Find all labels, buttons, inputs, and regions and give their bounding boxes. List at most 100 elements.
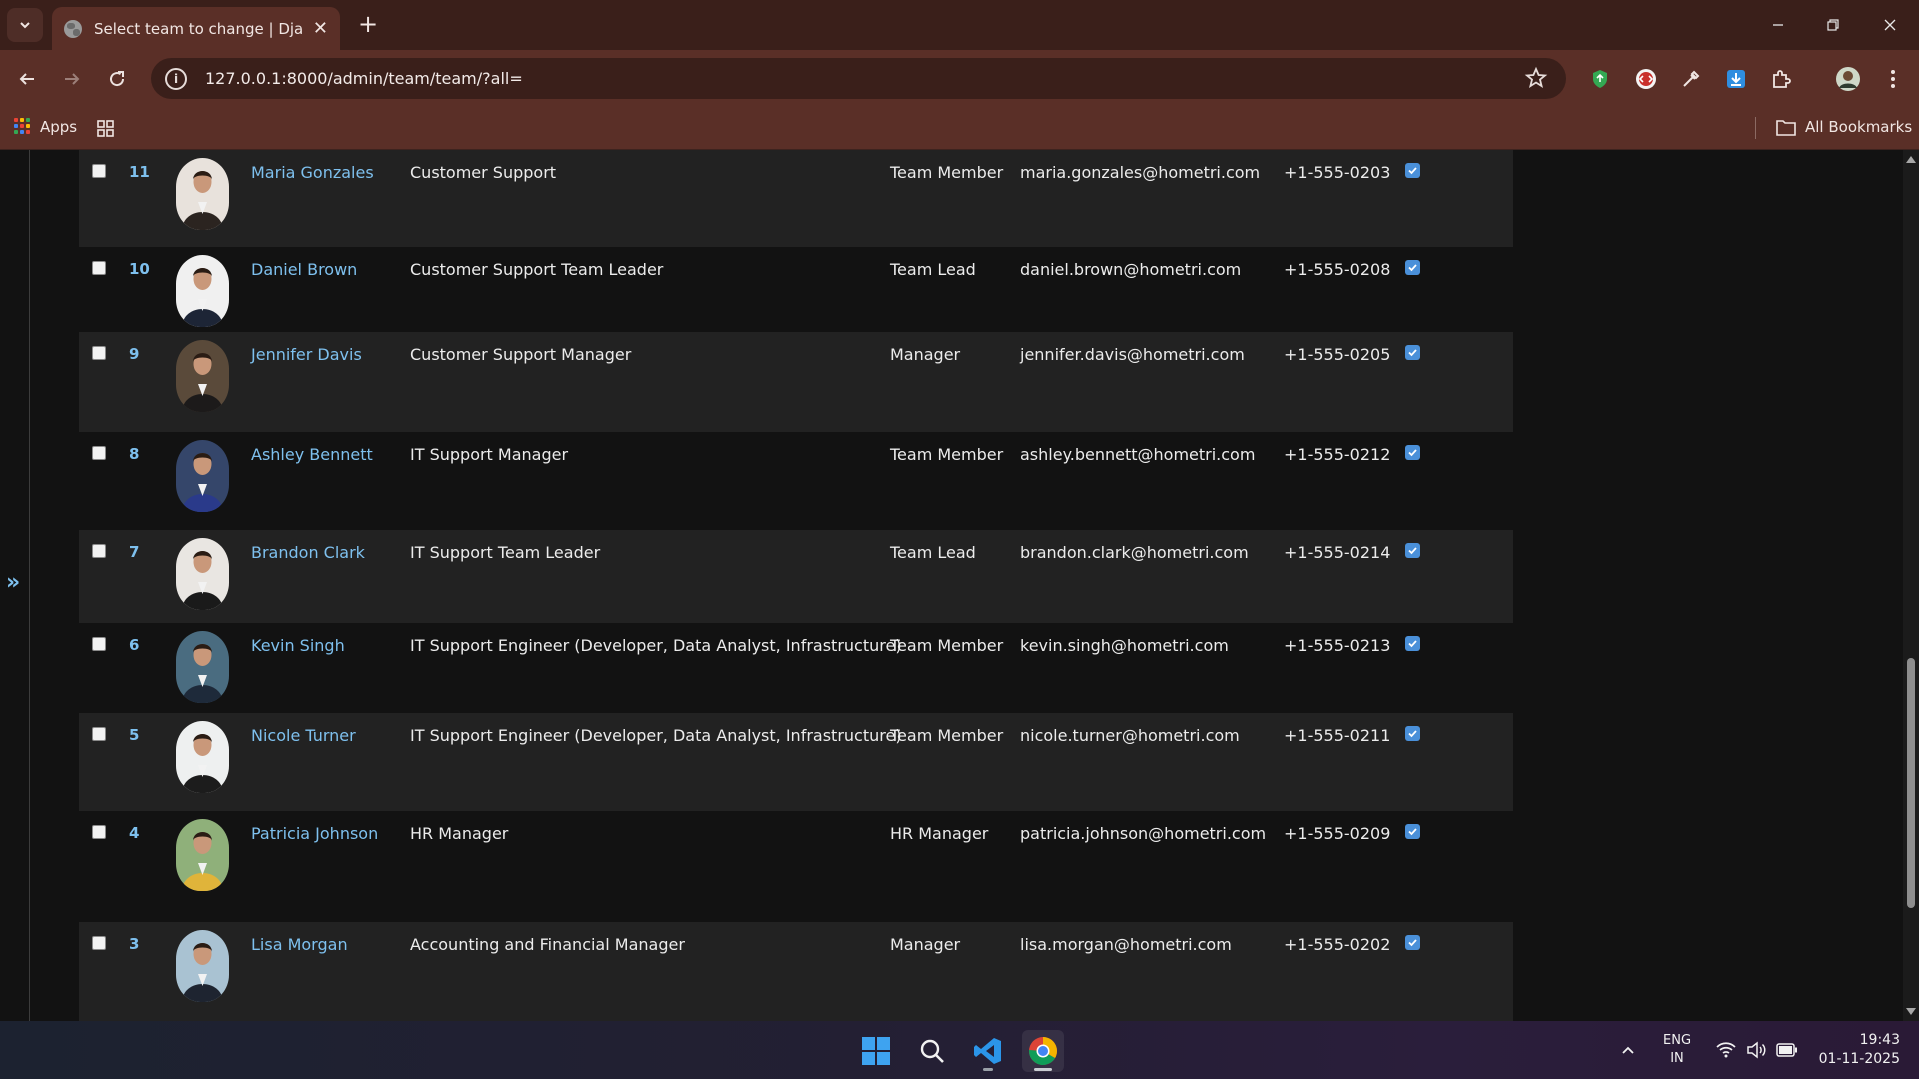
- back-button[interactable]: [11, 63, 43, 95]
- close-window-button[interactable]: [1875, 10, 1905, 40]
- active-check-icon: [1405, 636, 1420, 651]
- browser-tab[interactable]: Select team to change | Django ✕: [52, 7, 340, 50]
- system-clock[interactable]: 19:43 01-11-2025: [1815, 1031, 1900, 1069]
- row-select-checkbox[interactable]: [92, 544, 106, 558]
- address-bar[interactable]: i 127.0.0.1:8000/admin/team/team/?all=: [151, 58, 1566, 99]
- member-name-link[interactable]: Lisa Morgan: [251, 935, 348, 954]
- member-position: Customer Support Team Leader: [410, 260, 664, 279]
- close-icon[interactable]: ✕: [313, 19, 328, 38]
- apps-grid-icon: [14, 118, 32, 136]
- member-phone: +1-555-0209: [1284, 824, 1391, 843]
- member-phone: +1-555-0202: [1284, 935, 1391, 954]
- row-select-checkbox[interactable]: [92, 825, 106, 839]
- member-name-link[interactable]: Nicole Turner: [251, 726, 356, 745]
- member-position: Accounting and Financial Manager: [410, 935, 685, 954]
- input-language-indicator[interactable]: ENG IN: [1663, 1032, 1691, 1068]
- scrollbar-thumb[interactable]: [1907, 658, 1915, 908]
- forward-button[interactable]: [56, 63, 88, 95]
- result-list: 11 Maria Gonzales Customer Support Team Mem…: [79, 150, 1513, 1021]
- reload-button[interactable]: [101, 63, 133, 95]
- row-id: 10: [129, 260, 150, 278]
- sidebar-toggle[interactable]: »: [0, 150, 30, 1021]
- page-scrollbar[interactable]: [1903, 150, 1919, 1021]
- member-photo: [176, 819, 229, 891]
- vscode-icon: [974, 1038, 1001, 1064]
- all-bookmarks-button[interactable]: All Bookmarks: [1776, 118, 1912, 136]
- member-position: IT Support Engineer (Developer, Data Ana…: [410, 726, 902, 745]
- member-role: Team Lead: [890, 260, 976, 279]
- code-extension-icon[interactable]: [1632, 65, 1660, 93]
- windows-taskbar: ENG IN 19:43 01-11-2025: [0, 1021, 1919, 1079]
- row-select-checkbox[interactable]: [92, 936, 106, 950]
- taskbar-vscode-button[interactable]: [967, 1030, 1009, 1072]
- scroll-up-arrow-icon[interactable]: [1906, 156, 1916, 163]
- member-photo: [176, 538, 229, 610]
- member-email: maria.gonzales@hometri.com: [1020, 163, 1261, 182]
- table-row: 11 Maria Gonzales Customer Support Team Mem…: [79, 150, 1513, 247]
- tab-search-button[interactable]: [7, 8, 43, 42]
- battery-status[interactable]: [1776, 1021, 1798, 1079]
- running-indicator: [983, 1068, 993, 1071]
- tab-strip: Select team to change | Django ✕ +: [0, 0, 1919, 50]
- active-check-icon: [1405, 345, 1420, 360]
- clock-date: 01-11-2025: [1818, 1051, 1900, 1067]
- member-name-link[interactable]: Maria Gonzales: [251, 163, 374, 182]
- site-info-icon[interactable]: i: [165, 67, 187, 90]
- minimize-button[interactable]: [1763, 10, 1793, 40]
- eyedropper-extension-icon[interactable]: [1677, 65, 1705, 93]
- member-role: Team Lead: [890, 543, 976, 562]
- member-position: Customer Support: [410, 163, 557, 182]
- active-indicator: [1034, 1068, 1052, 1071]
- scroll-down-arrow-icon[interactable]: [1906, 1008, 1916, 1015]
- member-phone: +1-555-0211: [1284, 726, 1391, 745]
- member-phone: +1-555-0205: [1284, 345, 1391, 364]
- row-select-checkbox[interactable]: [92, 637, 106, 651]
- volume-status[interactable]: [1746, 1021, 1766, 1079]
- member-photo: [176, 930, 229, 1002]
- bookmark-star-icon[interactable]: [1524, 66, 1548, 94]
- member-photo: [176, 340, 229, 412]
- restore-button[interactable]: [1818, 10, 1848, 40]
- show-hidden-icons-button[interactable]: [1620, 1021, 1636, 1079]
- taskbar-search-button[interactable]: [911, 1030, 953, 1072]
- profile-avatar[interactable]: [1834, 65, 1862, 93]
- row-id: 6: [129, 636, 140, 654]
- network-status[interactable]: [1716, 1021, 1736, 1079]
- active-check-icon: [1405, 543, 1420, 558]
- windows-start-button[interactable]: [855, 1030, 897, 1072]
- row-select-checkbox[interactable]: [92, 346, 106, 360]
- row-select-checkbox[interactable]: [92, 727, 106, 741]
- url-text[interactable]: 127.0.0.1:8000/admin/team/team/?all=: [205, 69, 523, 88]
- row-select-checkbox[interactable]: [92, 164, 106, 178]
- shield-extension-icon[interactable]: [1586, 65, 1614, 93]
- table-row: 6 Kevin Singh IT Support Engineer (Develop…: [79, 623, 1513, 713]
- member-name-link[interactable]: Daniel Brown: [251, 260, 357, 279]
- row-id: 7: [129, 543, 140, 561]
- apps-bookmark[interactable]: Apps: [14, 118, 77, 136]
- member-role: Team Member: [890, 636, 1004, 655]
- table-row: 10 Daniel Brown Customer Support Team Lead…: [79, 247, 1513, 332]
- row-select-checkbox[interactable]: [92, 261, 106, 275]
- double-chevron-right-icon[interactable]: »: [6, 570, 20, 595]
- member-name-link[interactable]: Jennifer Davis: [251, 345, 362, 364]
- member-name-link[interactable]: Brandon Clark: [251, 543, 365, 562]
- member-email: ashley.bennett@hometri.com: [1020, 445, 1256, 464]
- download-extension-icon[interactable]: [1722, 65, 1750, 93]
- new-tab-button[interactable]: +: [353, 9, 383, 39]
- extensions-puzzle-icon[interactable]: [1767, 65, 1795, 93]
- table-row: 4 Patricia Johnson HR Manager HR Manager pat…: [79, 811, 1513, 922]
- globe-icon: [64, 19, 82, 38]
- member-name-link[interactable]: Patricia Johnson: [251, 824, 378, 843]
- arrow-left-icon: [19, 73, 34, 85]
- row-id: 4: [129, 824, 140, 842]
- menu-kebab-icon[interactable]: [1879, 65, 1907, 93]
- member-name-link[interactable]: Kevin Singh: [251, 636, 345, 655]
- table-row: 3 Lisa Morgan Accounting and Financial Man…: [79, 922, 1513, 1021]
- member-role: Team Member: [890, 445, 1004, 464]
- taskbar-chrome-button[interactable]: [1022, 1030, 1064, 1072]
- clock-time: 19:43: [1859, 1032, 1900, 1048]
- member-name-link[interactable]: Ashley Bennett: [251, 445, 373, 464]
- active-check-icon: [1405, 260, 1420, 275]
- tab-groups-icon[interactable]: [96, 119, 116, 143]
- row-select-checkbox[interactable]: [92, 446, 106, 460]
